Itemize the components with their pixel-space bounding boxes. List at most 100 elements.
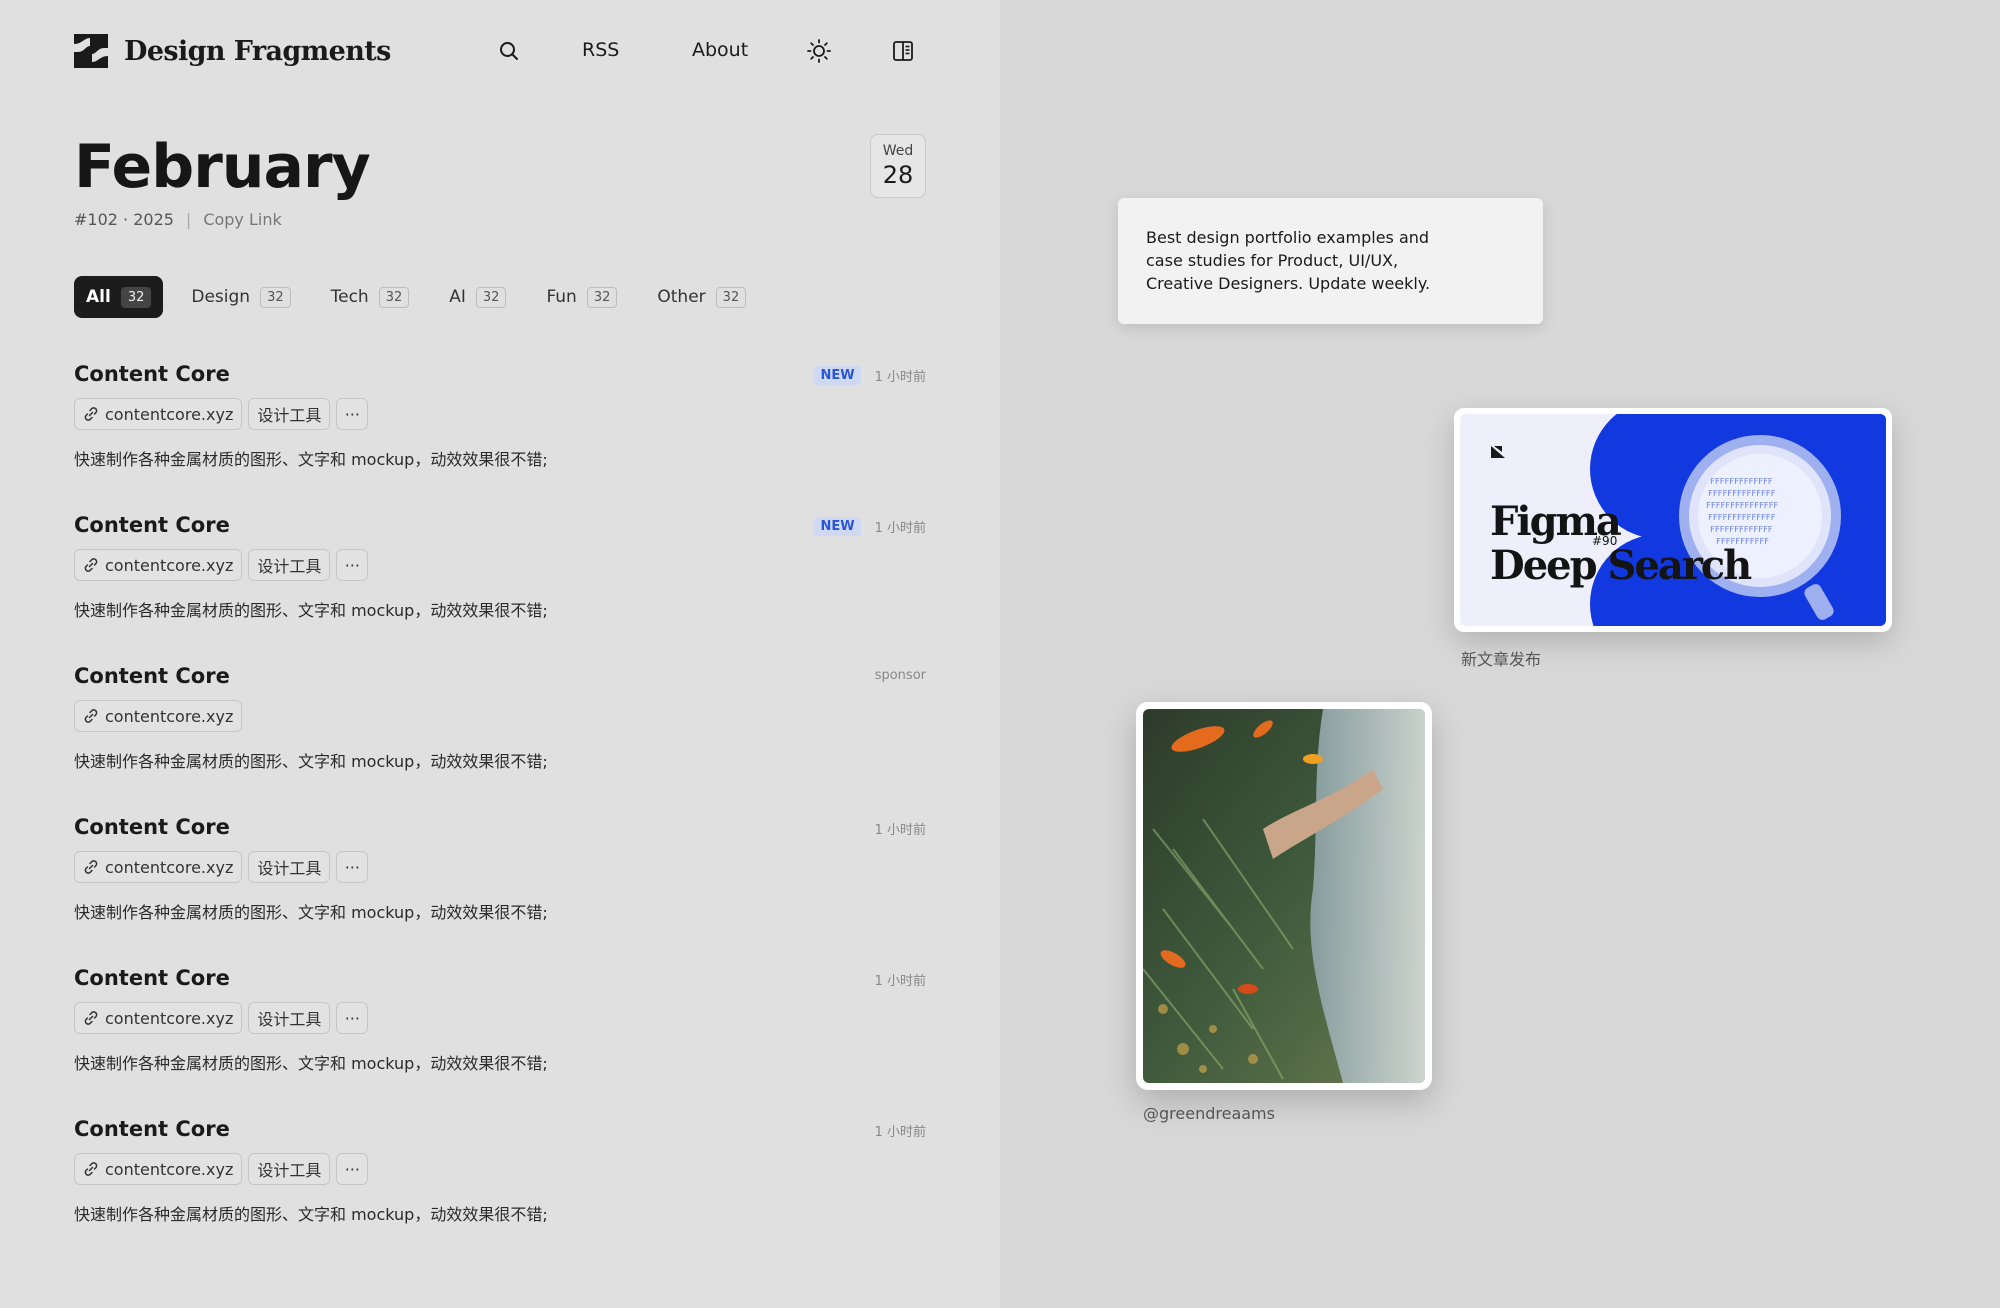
item-time: 1 小时前 — [874, 974, 926, 989]
item-description: 快速制作各种金属材质的图形、文字和 mockup，动效效果很不错; — [74, 450, 548, 469]
item-meta: 1 小时前 — [875, 1121, 926, 1140]
item-tags: contentcore.xyz — [74, 700, 248, 732]
date-day: 28 — [882, 161, 914, 189]
item-tag-chip[interactable]: 设计工具 — [248, 398, 331, 430]
item-link-chip[interactable]: contentcore.xyz — [74, 549, 243, 581]
list-item: Content Core NEW 1 小时前 contentcore.xyz 设… — [74, 509, 926, 660]
koi-pond-artwork — [1143, 709, 1425, 1083]
item-link-text: contentcore.xyz — [105, 706, 234, 726]
link-icon — [84, 1011, 98, 1025]
tab-label: Fun — [546, 287, 577, 307]
logo-mark-icon — [74, 34, 108, 68]
search-button[interactable] — [494, 36, 524, 66]
left-panel: Design Fragments RSS About February #102… — [0, 0, 1000, 1308]
issue-meta: #102 · 2025 | Copy Link — [74, 210, 282, 229]
item-tags: contentcore.xyz 设计工具 ··· — [74, 549, 374, 581]
tab-count: 32 — [715, 286, 747, 308]
item-link-chip[interactable]: contentcore.xyz — [74, 398, 243, 430]
sun-icon — [807, 39, 831, 63]
list-item: Content Core NEW 1 小时前 contentcore.xyz 设… — [74, 358, 926, 509]
item-description: 快速制作各种金属材质的图形、文字和 mockup，动效效果很不错; — [74, 903, 548, 922]
item-title[interactable]: Content Core — [74, 966, 230, 990]
list-item: Content Core 1 小时前 contentcore.xyz 设计工具 … — [74, 1113, 926, 1264]
new-badge: NEW — [814, 517, 861, 536]
theme-toggle-button[interactable] — [804, 36, 834, 66]
tab-count: 32 — [120, 286, 152, 308]
item-meta: NEW 1 小时前 — [814, 366, 926, 385]
item-time: 1 小时前 — [874, 521, 926, 536]
photo-image — [1143, 709, 1425, 1083]
item-title[interactable]: Content Core — [74, 815, 230, 839]
link-icon — [84, 860, 98, 874]
item-time: 1 小时前 — [874, 370, 926, 385]
item-link-chip[interactable]: contentcore.xyz — [74, 1153, 243, 1185]
sidebar-icon — [893, 41, 913, 61]
item-tag-chip[interactable]: 设计工具 — [248, 851, 331, 883]
date-weekday: Wed — [882, 143, 914, 159]
tab-label: AI — [449, 287, 466, 307]
item-description: 快速制作各种金属材质的图形、文字和 mockup，动效效果很不错; — [74, 752, 548, 771]
site-description-tooltip: Best design portfolio examples and case … — [1118, 198, 1543, 324]
photo-card-caption: @greendreaams — [1143, 1104, 1275, 1123]
meta-separator: | — [185, 210, 192, 229]
tooltip-text: Best design portfolio examples and case … — [1146, 228, 1431, 293]
tab-label: Other — [657, 287, 706, 307]
brand-name: Design Fragments — [124, 35, 391, 67]
item-description: 快速制作各种金属材质的图形、文字和 mockup，动效效果很不错; — [74, 1054, 548, 1073]
brand-logo[interactable]: Design Fragments — [74, 34, 391, 68]
item-tags: contentcore.xyz 设计工具 ··· — [74, 1153, 374, 1185]
more-options-button[interactable]: ··· — [336, 398, 369, 430]
tab-other[interactable]: Other 32 — [645, 276, 758, 318]
more-options-button[interactable]: ··· — [336, 851, 369, 883]
item-tag-chip[interactable]: 设计工具 — [248, 549, 331, 581]
tab-count: 32 — [475, 286, 507, 308]
category-tabs: All 32 Design 32 Tech 32 AI 32 Fun 32 Ot… — [74, 276, 774, 318]
item-title[interactable]: Content Core — [74, 664, 230, 688]
more-options-button[interactable]: ··· — [336, 1153, 369, 1185]
item-title[interactable]: Content Core — [74, 513, 230, 537]
copy-link-button[interactable]: Copy Link — [203, 210, 281, 229]
item-time: 1 小时前 — [874, 1125, 926, 1140]
tab-label: Tech — [330, 287, 369, 307]
link-icon — [84, 1162, 98, 1176]
item-tag-chip[interactable]: 设计工具 — [248, 1002, 331, 1034]
tab-design[interactable]: Design 32 — [179, 276, 302, 318]
item-link-text: contentcore.xyz — [105, 857, 234, 877]
featured-article-card[interactable]: FFFFFFFFFFFFF FFFFFFFFFFFFFF FFFFFFFFFFF… — [1454, 408, 1892, 632]
item-description: 快速制作各种金属材质的图形、文字和 mockup，动效效果很不错; — [74, 601, 548, 620]
item-link-chip[interactable]: contentcore.xyz — [74, 1002, 243, 1034]
tab-fun[interactable]: Fun 32 — [534, 276, 629, 318]
item-link-text: contentcore.xyz — [105, 1008, 234, 1028]
link-icon — [84, 558, 98, 572]
item-description: 快速制作各种金属材质的图形、文字和 mockup，动效效果很不错; — [74, 1205, 548, 1224]
svg-text:FFFFFFFFFFFFFF: FFFFFFFFFFFFFF — [1708, 489, 1776, 498]
item-title[interactable]: Content Core — [74, 1117, 230, 1141]
layout-toggle-button[interactable] — [888, 36, 918, 66]
photo-card[interactable] — [1136, 702, 1432, 1090]
item-title[interactable]: Content Core — [74, 362, 230, 386]
publisher-logo-icon — [1491, 446, 1505, 458]
item-link-chip[interactable]: contentcore.xyz — [74, 700, 243, 732]
tab-ai[interactable]: AI 32 — [437, 276, 518, 318]
issue-number: #102 · 2025 — [74, 210, 174, 229]
tab-all[interactable]: All 32 — [74, 276, 164, 318]
more-options-button[interactable]: ··· — [336, 549, 369, 581]
list-item: Content Core 1 小时前 contentcore.xyz 设计工具 … — [74, 962, 926, 1113]
item-tag-chip[interactable]: 设计工具 — [248, 1153, 331, 1185]
item-link-text: contentcore.xyz — [105, 1159, 234, 1179]
item-meta: 1 小时前 — [875, 970, 926, 989]
tab-label: All — [86, 287, 111, 307]
more-options-button[interactable]: ··· — [336, 1002, 369, 1034]
item-tags: contentcore.xyz 设计工具 ··· — [74, 1002, 374, 1034]
tab-label: Design — [191, 287, 251, 307]
site-header: Design Fragments RSS About — [74, 30, 926, 72]
item-meta: sponsor — [875, 668, 926, 683]
svg-text:FFFFFFFFFFFFF: FFFFFFFFFFFFF — [1710, 477, 1773, 486]
cover-title: Figma Deep Search — [1490, 500, 1752, 588]
link-icon — [84, 709, 98, 723]
nav-about-link[interactable]: About — [692, 39, 748, 61]
page-title: February — [74, 132, 371, 202]
tab-tech[interactable]: Tech 32 — [319, 276, 422, 318]
item-link-chip[interactable]: contentcore.xyz — [74, 851, 243, 883]
nav-rss-link[interactable]: RSS — [582, 39, 619, 61]
